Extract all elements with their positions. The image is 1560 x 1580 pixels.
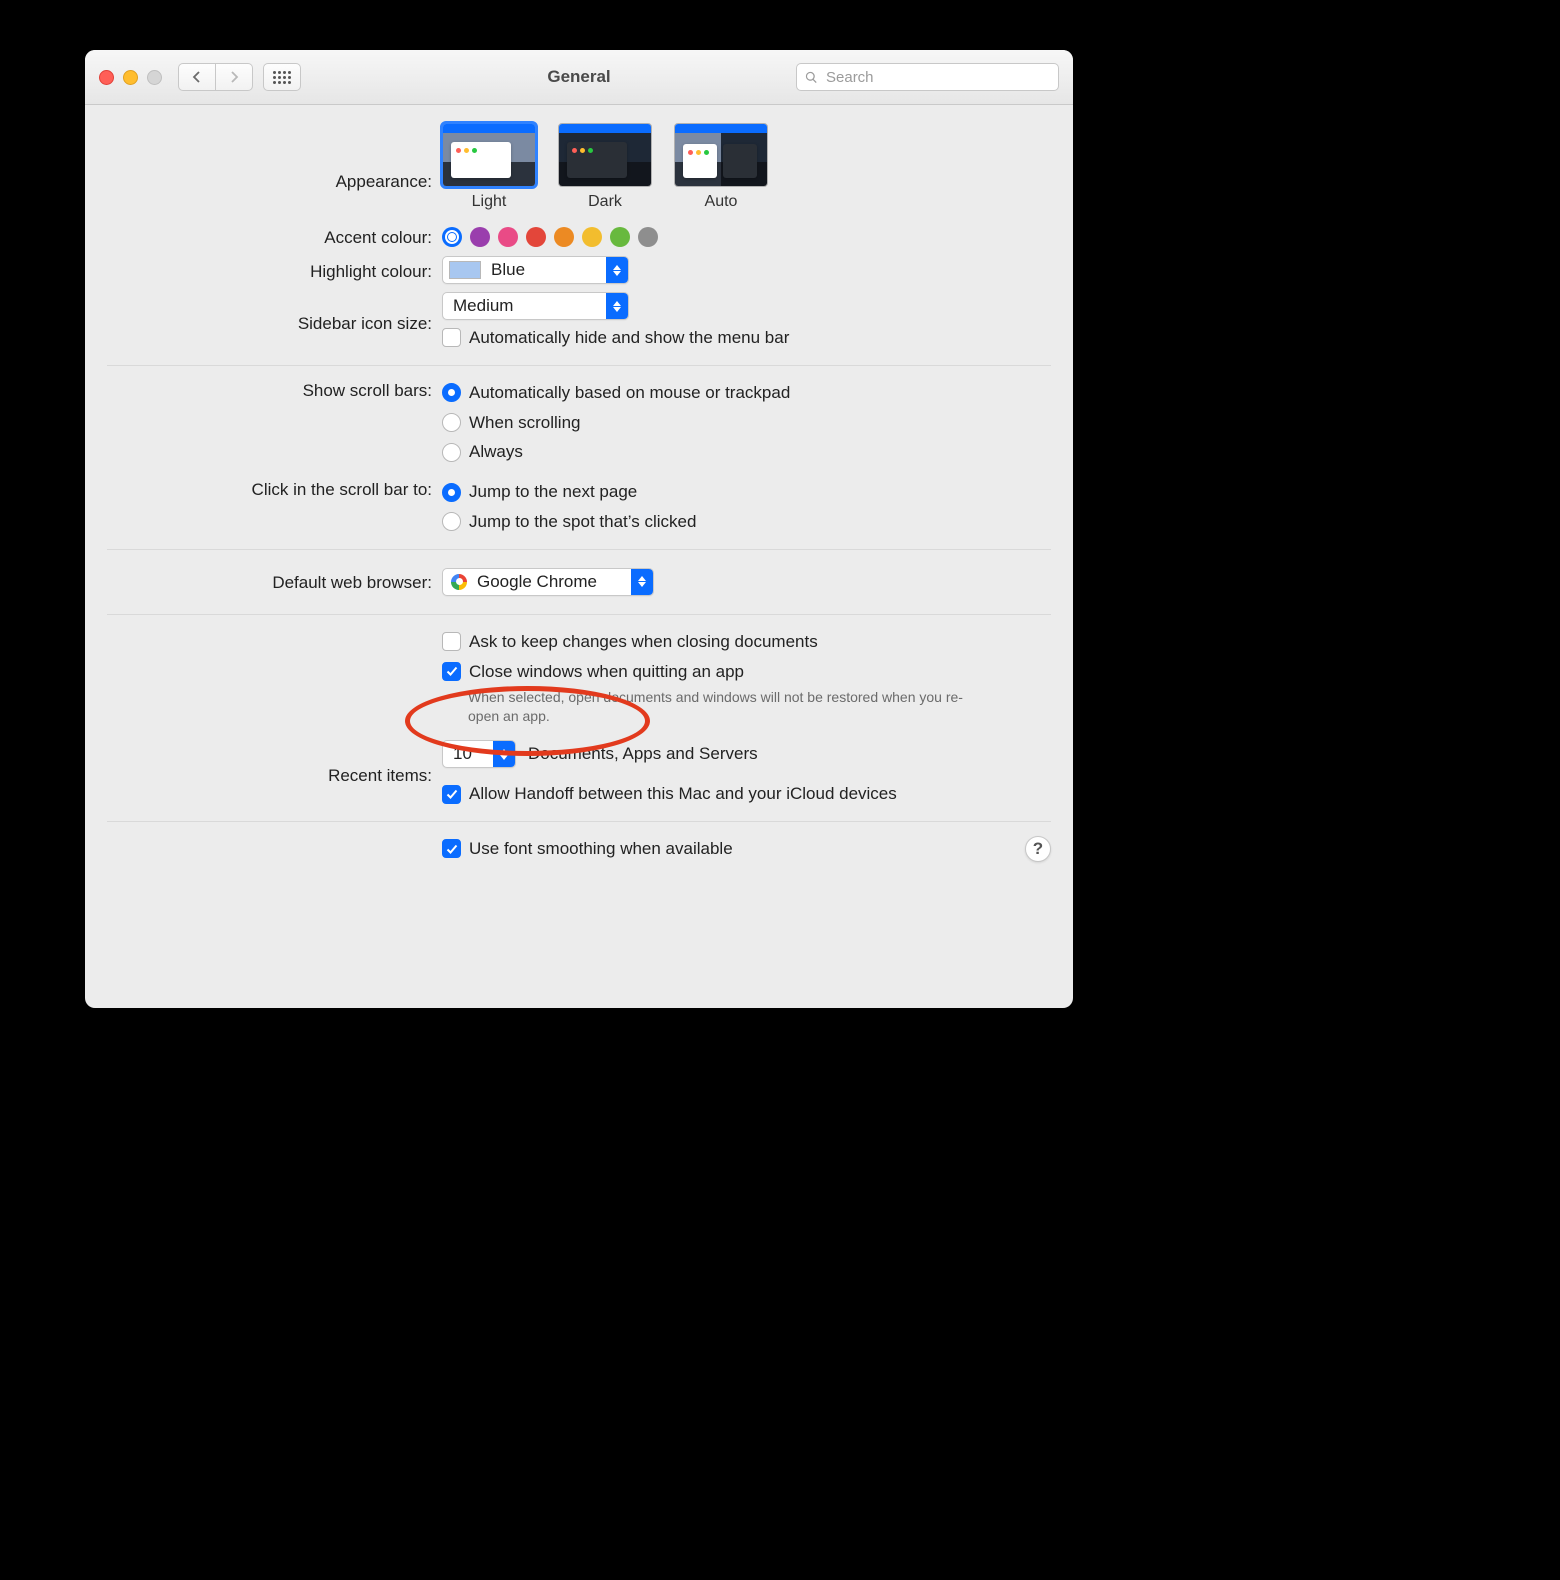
minimize-window-button[interactable]: [123, 70, 138, 85]
checkbox-icon: [442, 632, 461, 651]
appearance-light-label: Light: [472, 193, 507, 211]
font-smoothing-checkbox[interactable]: Use font smoothing when available: [442, 837, 733, 861]
click-spot-radio[interactable]: Jump to the spot that’s clicked: [442, 510, 1051, 534]
recent-items-value: 10: [443, 744, 482, 764]
separator: [107, 365, 1051, 366]
autohide-menubar-checkbox[interactable]: Automatically hide and show the menu bar: [442, 326, 1051, 350]
accent-red[interactable]: [526, 227, 546, 247]
browser-label: Default web browser:: [107, 570, 442, 593]
checkbox-icon: [442, 328, 461, 347]
content: Appearance: Light: [85, 105, 1073, 886]
window-controls: [99, 70, 162, 85]
appearance-dark[interactable]: [558, 123, 652, 187]
highlight-select[interactable]: Blue: [442, 256, 629, 284]
ask-keep-changes-checkbox[interactable]: Ask to keep changes when closing documen…: [442, 630, 1051, 654]
highlight-label: Highlight colour:: [107, 259, 442, 282]
close-windows-help: When selected, open documents and window…: [468, 688, 978, 726]
appearance-label: Appearance:: [107, 142, 442, 192]
help-button[interactable]: ?: [1025, 836, 1051, 862]
zoom-window-button: [147, 70, 162, 85]
forward-button[interactable]: [216, 63, 253, 91]
sidebar-size-label: Sidebar icon size:: [107, 311, 442, 334]
scrollbars-auto-label: Automatically based on mouse or trackpad: [469, 381, 790, 405]
scrollbars-auto-radio[interactable]: Automatically based on mouse or trackpad: [442, 381, 1051, 405]
click-scrollbar-label: Click in the scroll bar to:: [107, 477, 442, 500]
handoff-label: Allow Handoff between this Mac and your …: [469, 782, 897, 806]
autohide-menubar-label: Automatically hide and show the menu bar: [469, 326, 789, 350]
close-window-button[interactable]: [99, 70, 114, 85]
handoff-checkbox[interactable]: Allow Handoff between this Mac and your …: [442, 782, 1051, 806]
recent-items-suffix: Documents, Apps and Servers: [528, 744, 758, 764]
checkbox-icon: [442, 662, 461, 681]
scrollbars-scrolling-label: When scrolling: [469, 411, 581, 435]
radio-icon: [442, 413, 461, 432]
appearance-auto-label: Auto: [705, 193, 738, 211]
grid-icon: [273, 71, 291, 84]
separator: [107, 821, 1051, 822]
search-icon: [805, 71, 818, 84]
accent-label: Accent colour:: [107, 225, 442, 248]
chevron-updown-icon: [493, 741, 515, 767]
recent-items-label: Recent items:: [107, 763, 442, 786]
titlebar: General: [85, 50, 1073, 105]
chevron-updown-icon: [631, 569, 653, 595]
scrollbars-always-radio[interactable]: Always: [442, 440, 1051, 464]
separator: [107, 614, 1051, 615]
browser-value: Google Chrome: [467, 572, 607, 592]
appearance-auto[interactable]: [674, 123, 768, 187]
ask-keep-label: Ask to keep changes when closing documen…: [469, 630, 818, 654]
click-nextpage-radio[interactable]: Jump to the next page: [442, 480, 1051, 504]
checkbox-icon: [442, 785, 461, 804]
accent-orange[interactable]: [554, 227, 574, 247]
accent-pink[interactable]: [498, 227, 518, 247]
chevron-left-icon: [192, 71, 202, 83]
search-input[interactable]: [824, 68, 1050, 87]
accent-yellow[interactable]: [582, 227, 602, 247]
click-nextpage-label: Jump to the next page: [469, 480, 637, 504]
appearance-options: Light Dark: [442, 123, 1051, 211]
close-windows-checkbox[interactable]: Close windows when quitting an app: [442, 660, 1051, 684]
highlight-swatch-icon: [449, 261, 481, 279]
accent-green[interactable]: [610, 227, 630, 247]
back-button[interactable]: [178, 63, 216, 91]
preferences-window: General Appearance: Light: [85, 50, 1073, 1008]
show-all-button[interactable]: [263, 63, 301, 91]
radio-icon: [442, 512, 461, 531]
question-icon: ?: [1033, 839, 1043, 859]
radio-icon: [442, 483, 461, 502]
chevron-updown-icon: [606, 293, 628, 319]
checkbox-icon: [442, 839, 461, 858]
appearance-light[interactable]: [442, 123, 536, 187]
sidebar-size-value: Medium: [443, 296, 523, 316]
chevron-right-icon: [229, 71, 239, 83]
accent-purple[interactable]: [470, 227, 490, 247]
radio-icon: [442, 443, 461, 462]
browser-select[interactable]: Google Chrome: [442, 568, 654, 596]
nav-segment: [178, 63, 253, 91]
scrollbars-label: Show scroll bars:: [107, 378, 442, 401]
accent-blue[interactable]: [442, 227, 462, 247]
search-field[interactable]: [796, 63, 1059, 91]
accent-colors: [442, 227, 1051, 247]
sidebar-size-select[interactable]: Medium: [442, 292, 629, 320]
radio-icon: [442, 383, 461, 402]
appearance-dark-label: Dark: [588, 193, 622, 211]
chevron-updown-icon: [606, 257, 628, 283]
scrollbars-always-label: Always: [469, 440, 523, 464]
close-windows-label: Close windows when quitting an app: [469, 660, 744, 684]
scrollbars-scrolling-radio[interactable]: When scrolling: [442, 411, 1051, 435]
recent-items-select[interactable]: 10: [442, 740, 516, 768]
separator: [107, 549, 1051, 550]
click-spot-label: Jump to the spot that’s clicked: [469, 510, 696, 534]
accent-graphite[interactable]: [638, 227, 658, 247]
chrome-icon: [451, 574, 467, 590]
font-smoothing-label: Use font smoothing when available: [469, 837, 733, 861]
highlight-value: Blue: [481, 260, 535, 280]
